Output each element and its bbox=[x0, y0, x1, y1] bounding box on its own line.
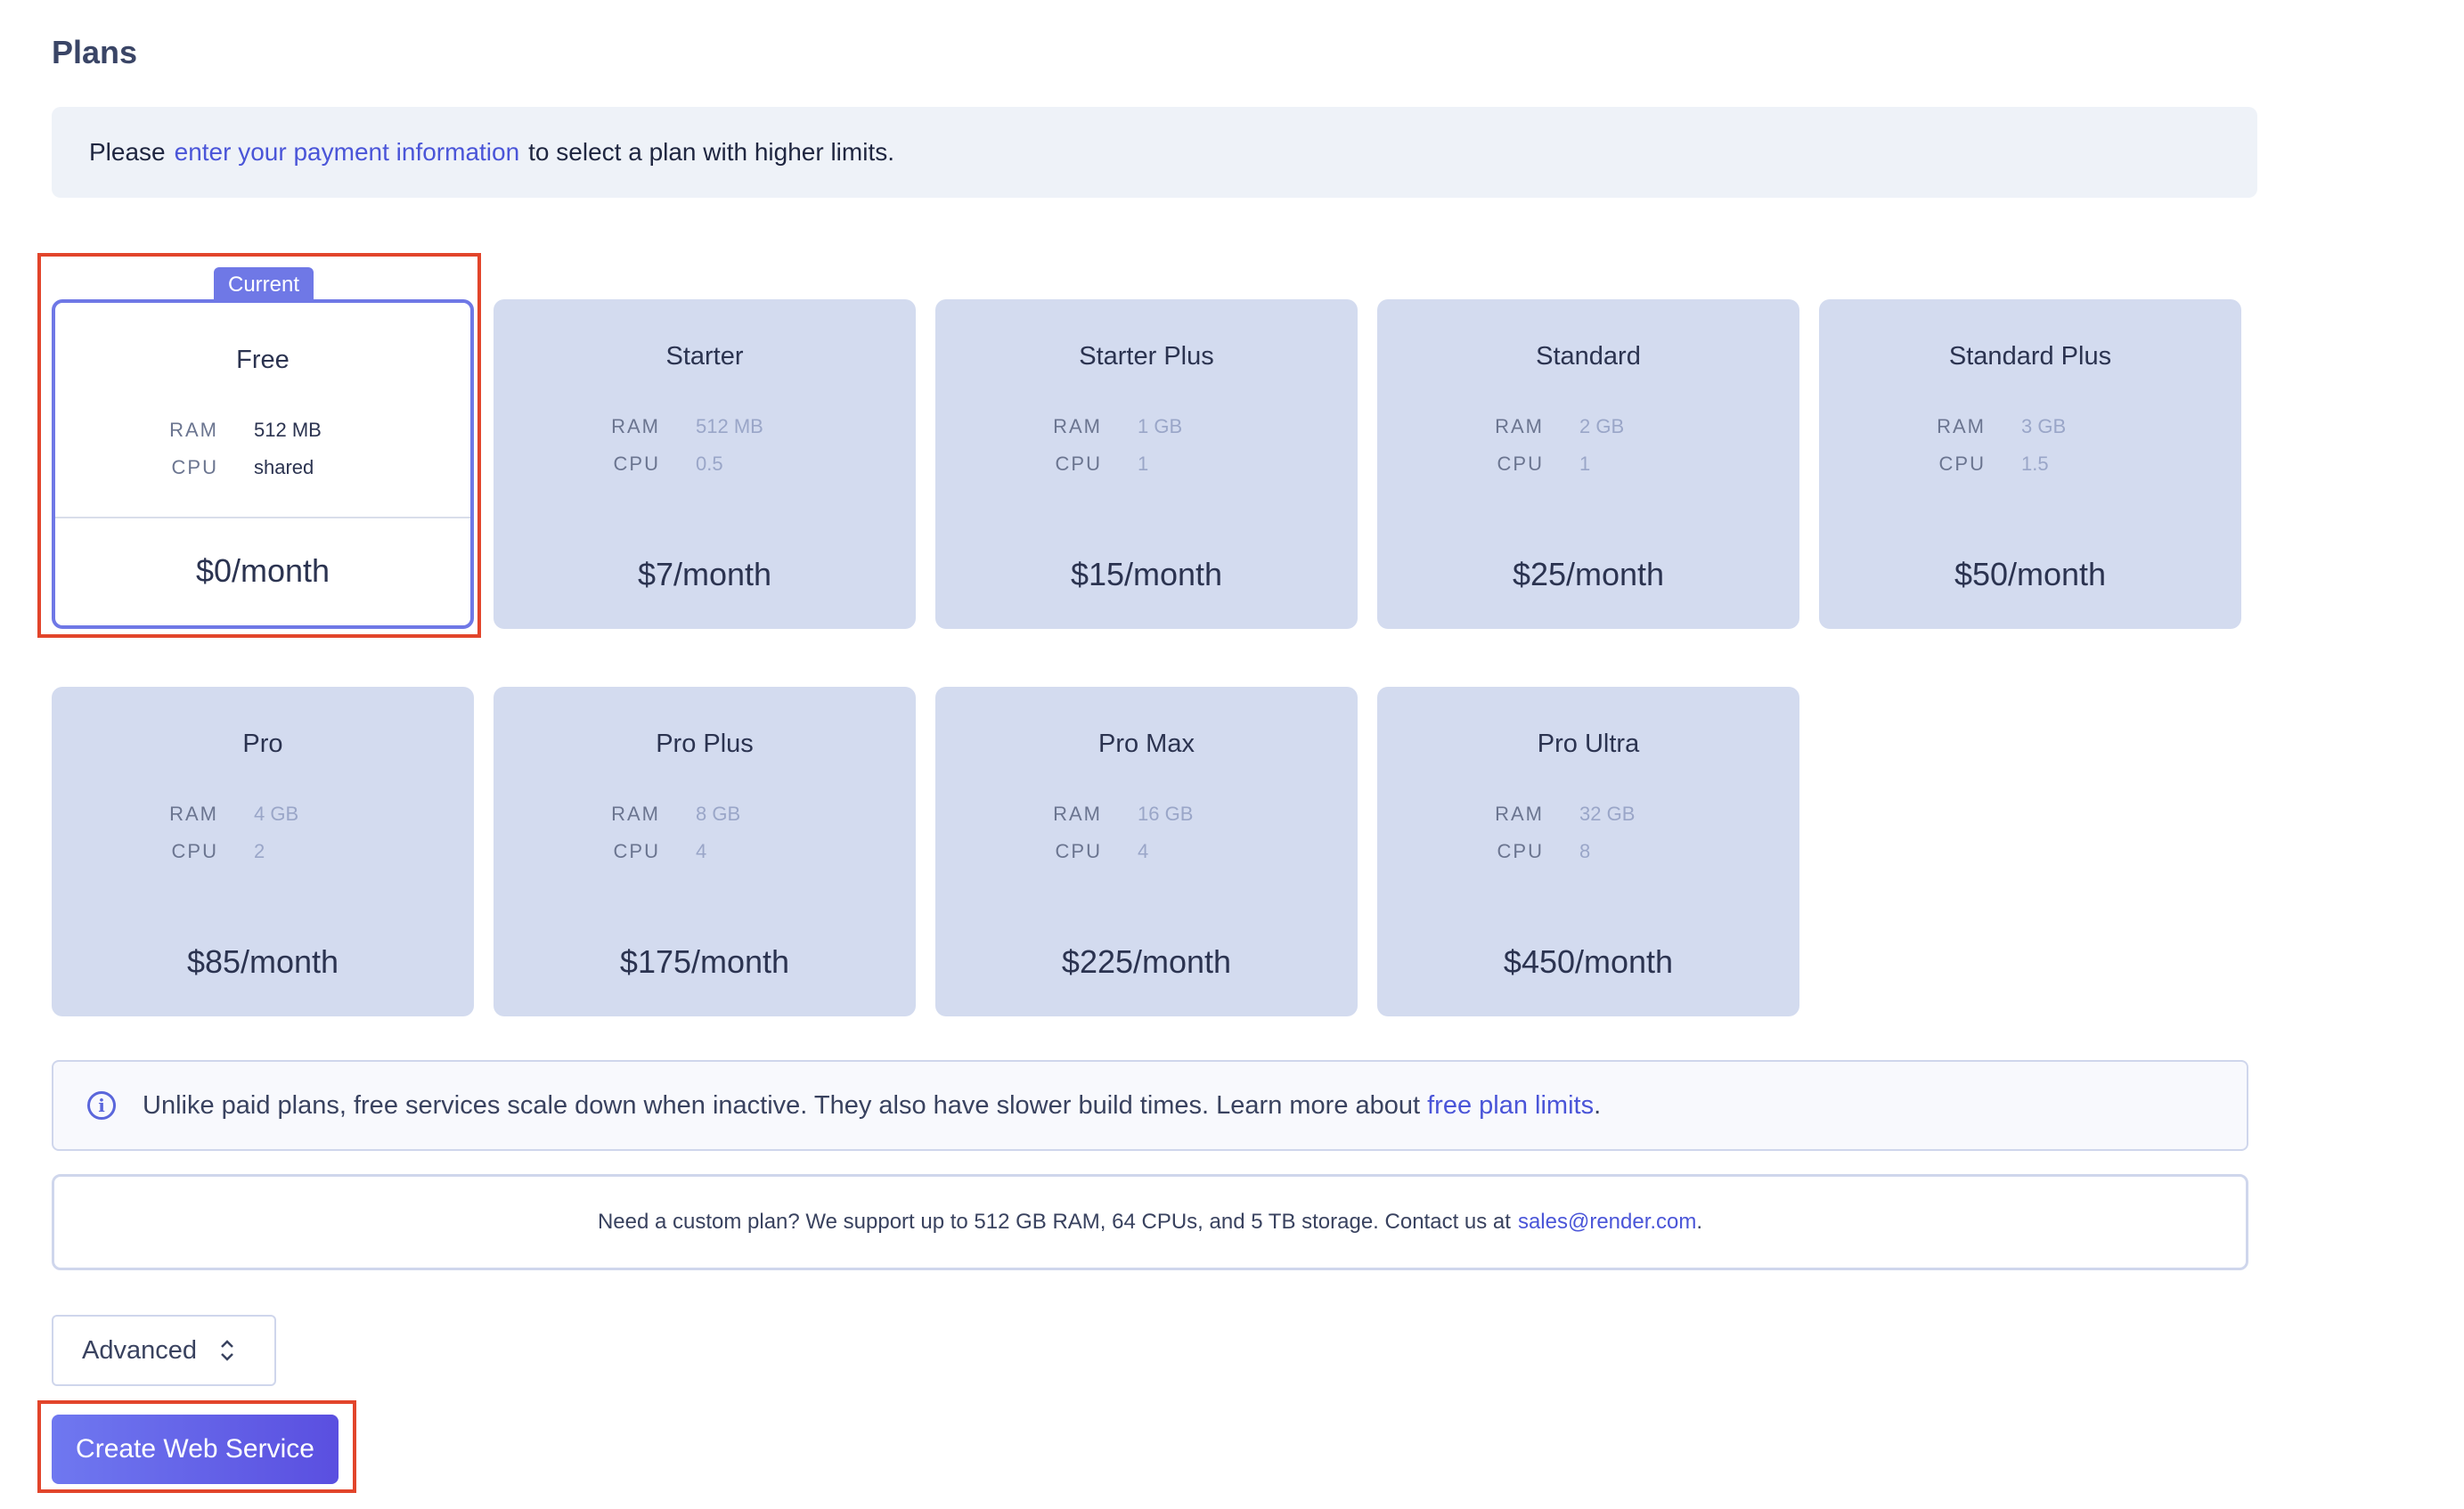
plan-card-pro-ultra[interactable]: Pro Ultra RAM 32 GB CPU 8 $450/month bbox=[1377, 687, 1799, 1016]
ram-label: RAM bbox=[169, 803, 218, 825]
ram-label: RAM bbox=[1053, 803, 1102, 825]
plan-card-starter-plus[interactable]: Starter Plus RAM 1 GB CPU 1 $15/month bbox=[935, 299, 1358, 629]
cpu-value: 1.5 bbox=[2021, 453, 2049, 475]
plan-specs: RAM 512 MB CPU shared bbox=[55, 419, 470, 493]
plans-page: Plans Please enter your payment informat… bbox=[0, 0, 2464, 1509]
ram-value: 8 GB bbox=[696, 803, 741, 825]
plans-row-2: Pro RAM 4 GB CPU 2 $85/month Pro Plus RAM 8… bbox=[52, 687, 2248, 1016]
plan-specs: RAM 1 GB CPU 1 bbox=[935, 415, 1358, 490]
plan-specs: RAM 4 GB CPU 2 bbox=[52, 803, 474, 877]
ram-label: RAM bbox=[169, 419, 218, 441]
info-text: Unlike paid plans, free services scale d… bbox=[143, 1090, 1421, 1120]
cpu-value: 1 bbox=[1579, 453, 1591, 475]
plan-price: $15/month bbox=[1070, 556, 1223, 592]
cpu-value: 4 bbox=[1138, 840, 1149, 862]
notice-suffix: to select a plan with higher limits. bbox=[528, 138, 895, 166]
plan-name: Starter bbox=[665, 342, 744, 371]
cpu-label: CPU bbox=[613, 840, 660, 862]
plans-grid: Current Free RAM 512 MB CPU shared $0/mont… bbox=[52, 267, 2248, 1074]
plan-name: Starter Plus bbox=[1079, 342, 1214, 371]
plans-row-1: Current Free RAM 512 MB CPU shared $0/mont… bbox=[52, 267, 2248, 629]
plan-name: Pro Ultra bbox=[1537, 730, 1640, 758]
plan-card-pro-plus[interactable]: Pro Plus RAM 8 GB CPU 4 $175/month bbox=[494, 687, 916, 1016]
plan-price: $25/month bbox=[1512, 556, 1665, 592]
ram-label: RAM bbox=[1495, 415, 1544, 437]
plan-specs: RAM 32 GB CPU 8 bbox=[1377, 803, 1799, 877]
plan-card-pro[interactable]: Pro RAM 4 GB CPU 2 $85/month bbox=[52, 687, 474, 1016]
plan-price: $0/month bbox=[195, 552, 330, 589]
plan-name: Pro bbox=[242, 730, 283, 758]
plan-price: $450/month bbox=[1503, 943, 1674, 980]
plan-specs: RAM 512 MB CPU 0.5 bbox=[494, 415, 916, 490]
cpu-label: CPU bbox=[171, 840, 218, 862]
notice-prefix: Please bbox=[89, 138, 166, 166]
cpu-value: 4 bbox=[696, 840, 707, 862]
plan-card-starter[interactable]: Starter RAM 512 MB CPU 0.5 $7/month bbox=[494, 299, 916, 629]
custom-end: . bbox=[1696, 1210, 1703, 1234]
cpu-value: shared bbox=[254, 456, 314, 478]
sales-email-link[interactable]: sales@render.com bbox=[1518, 1210, 1696, 1235]
plan-name: Free bbox=[236, 346, 290, 374]
plan-price: $175/month bbox=[619, 943, 790, 980]
info-end: . bbox=[1594, 1090, 1602, 1120]
ram-value: 2 GB bbox=[1579, 415, 1625, 437]
cpu-label: CPU bbox=[1497, 453, 1544, 475]
plan-specs: RAM 2 GB CPU 1 bbox=[1377, 415, 1799, 490]
cpu-value: 8 bbox=[1579, 840, 1591, 862]
plan-price: $225/month bbox=[1061, 943, 1232, 980]
cpu-label: CPU bbox=[171, 456, 218, 478]
ram-value: 512 MB bbox=[696, 415, 763, 437]
cpu-value: 1 bbox=[1138, 453, 1149, 475]
ram-label: RAM bbox=[1495, 803, 1544, 825]
chevron-up-down-icon bbox=[218, 1337, 236, 1364]
ram-value: 512 MB bbox=[254, 419, 322, 441]
advanced-label: Advanced bbox=[82, 1335, 197, 1365]
free-plan-info-banner: i Unlike paid plans, free services scale… bbox=[52, 1060, 2248, 1151]
plan-price: $50/month bbox=[1954, 556, 2107, 592]
ram-label: RAM bbox=[611, 415, 660, 437]
ram-label: RAM bbox=[611, 803, 660, 825]
custom-plan-box: Need a custom plan? We support up to 512… bbox=[52, 1174, 2248, 1270]
plan-specs: RAM 16 GB CPU 4 bbox=[935, 803, 1358, 877]
ram-value: 4 GB bbox=[254, 803, 299, 825]
cpu-label: CPU bbox=[1497, 840, 1544, 862]
free-plan-limits-link[interactable]: free plan limits bbox=[1427, 1091, 1594, 1121]
ram-value: 3 GB bbox=[2021, 415, 2067, 437]
plan-name: Pro Max bbox=[1098, 730, 1195, 758]
custom-text: Need a custom plan? We support up to 512… bbox=[597, 1210, 1511, 1234]
advanced-toggle[interactable]: Advanced bbox=[52, 1315, 276, 1386]
cpu-label: CPU bbox=[1938, 453, 1986, 475]
payment-notice: Please enter your payment information to… bbox=[52, 107, 2257, 198]
ram-value: 32 GB bbox=[1579, 803, 1636, 825]
plan-card-standard-plus[interactable]: Standard Plus RAM 3 GB CPU 1.5 $50/month bbox=[1819, 299, 2241, 629]
plan-name: Standard bbox=[1536, 342, 1641, 371]
plan-card-free[interactable]: Current Free RAM 512 MB CPU shared $0/mont… bbox=[52, 267, 474, 629]
current-badge: Current bbox=[214, 267, 314, 303]
ram-label: RAM bbox=[1937, 415, 1986, 437]
plan-price: $7/month bbox=[637, 556, 772, 592]
ram-value: 1 GB bbox=[1138, 415, 1183, 437]
cpu-label: CPU bbox=[613, 453, 660, 475]
plan-card-standard[interactable]: Standard RAM 2 GB CPU 1 $25/month bbox=[1377, 299, 1799, 629]
info-icon: i bbox=[87, 1091, 116, 1120]
plan-specs: RAM 3 GB CPU 1.5 bbox=[1819, 415, 2241, 490]
cpu-value: 0.5 bbox=[696, 453, 723, 475]
page-title: Plans bbox=[52, 34, 138, 70]
payment-info-link[interactable]: enter your payment information bbox=[175, 138, 520, 167]
create-web-service-button[interactable]: Create Web Service bbox=[52, 1415, 339, 1484]
cpu-value: 2 bbox=[254, 840, 265, 862]
ram-value: 16 GB bbox=[1138, 803, 1194, 825]
plan-name: Pro Plus bbox=[656, 730, 754, 758]
plan-specs: RAM 8 GB CPU 4 bbox=[494, 803, 916, 877]
ram-label: RAM bbox=[1053, 415, 1102, 437]
card-divider bbox=[55, 517, 470, 518]
plan-card-pro-max[interactable]: Pro Max RAM 16 GB CPU 4 $225/month bbox=[935, 687, 1358, 1016]
plan-price: $85/month bbox=[186, 943, 339, 980]
cpu-label: CPU bbox=[1055, 453, 1102, 475]
cpu-label: CPU bbox=[1055, 840, 1102, 862]
plan-name: Standard Plus bbox=[1948, 342, 2112, 371]
